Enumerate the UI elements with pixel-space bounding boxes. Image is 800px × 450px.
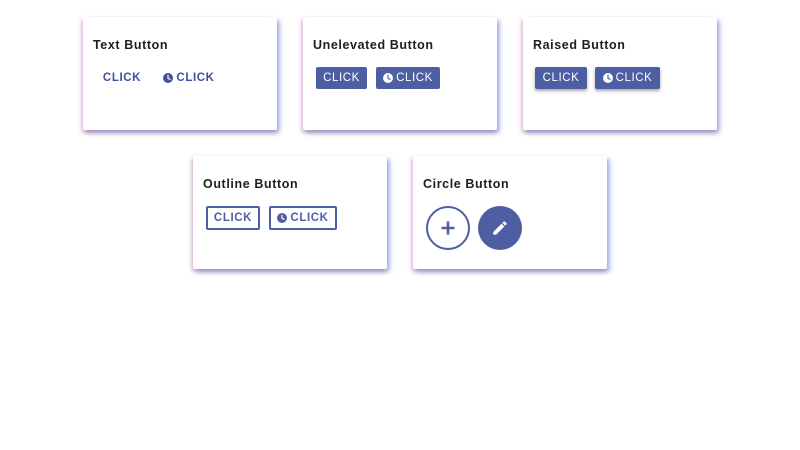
text-click-icon-button[interactable]: CLICK bbox=[161, 67, 217, 89]
clock-icon bbox=[383, 73, 394, 83]
button-label: CLICK bbox=[290, 212, 329, 224]
button-row: CLICK CLICK bbox=[523, 67, 717, 89]
raised-button-card: Raised Button CLICK CLICK bbox=[523, 17, 717, 130]
clock-icon bbox=[163, 73, 174, 83]
clock-icon bbox=[277, 213, 288, 223]
text-button-card: Text Button CLICK CLICK bbox=[83, 17, 277, 130]
circle-button-card: Circle Button bbox=[413, 156, 607, 269]
outline-click-button[interactable]: CLICK bbox=[206, 206, 260, 230]
card-title: Unelevated Button bbox=[313, 38, 434, 52]
card-title: Raised Button bbox=[533, 38, 626, 52]
raised-click-icon-button[interactable]: CLICK bbox=[595, 67, 660, 89]
button-label: CLICK bbox=[396, 72, 433, 84]
unelevated-click-button[interactable]: CLICK bbox=[316, 67, 367, 89]
button-label: CLICK bbox=[323, 72, 360, 84]
pencil-icon bbox=[491, 219, 509, 237]
button-label: CLICK bbox=[615, 72, 653, 84]
button-row: CLICK CLICK bbox=[193, 206, 387, 230]
text-click-button[interactable]: CLICK bbox=[97, 67, 147, 89]
button-row: CLICK CLICK bbox=[303, 67, 497, 89]
outline-button-card: Outline Button CLICK CLICK bbox=[193, 156, 387, 269]
add-circle-button[interactable] bbox=[426, 206, 470, 250]
unelevated-click-icon-button[interactable]: CLICK bbox=[376, 67, 440, 89]
button-label: CLICK bbox=[213, 212, 253, 224]
card-title: Circle Button bbox=[423, 177, 510, 191]
card-title: Outline Button bbox=[203, 177, 299, 191]
button-label: CLICK bbox=[176, 72, 215, 84]
outline-click-icon-button[interactable]: CLICK bbox=[269, 206, 337, 230]
button-row: CLICK CLICK bbox=[83, 67, 277, 89]
card-title: Text Button bbox=[93, 38, 169, 52]
unelevated-button-card: Unelevated Button CLICK CLICK bbox=[303, 17, 497, 130]
raised-click-button[interactable]: CLICK bbox=[535, 67, 587, 89]
button-label: CLICK bbox=[542, 72, 580, 84]
plus-icon bbox=[440, 220, 456, 236]
button-label: CLICK bbox=[102, 72, 142, 84]
edit-circle-button[interactable] bbox=[478, 206, 522, 250]
clock-icon bbox=[602, 73, 613, 83]
